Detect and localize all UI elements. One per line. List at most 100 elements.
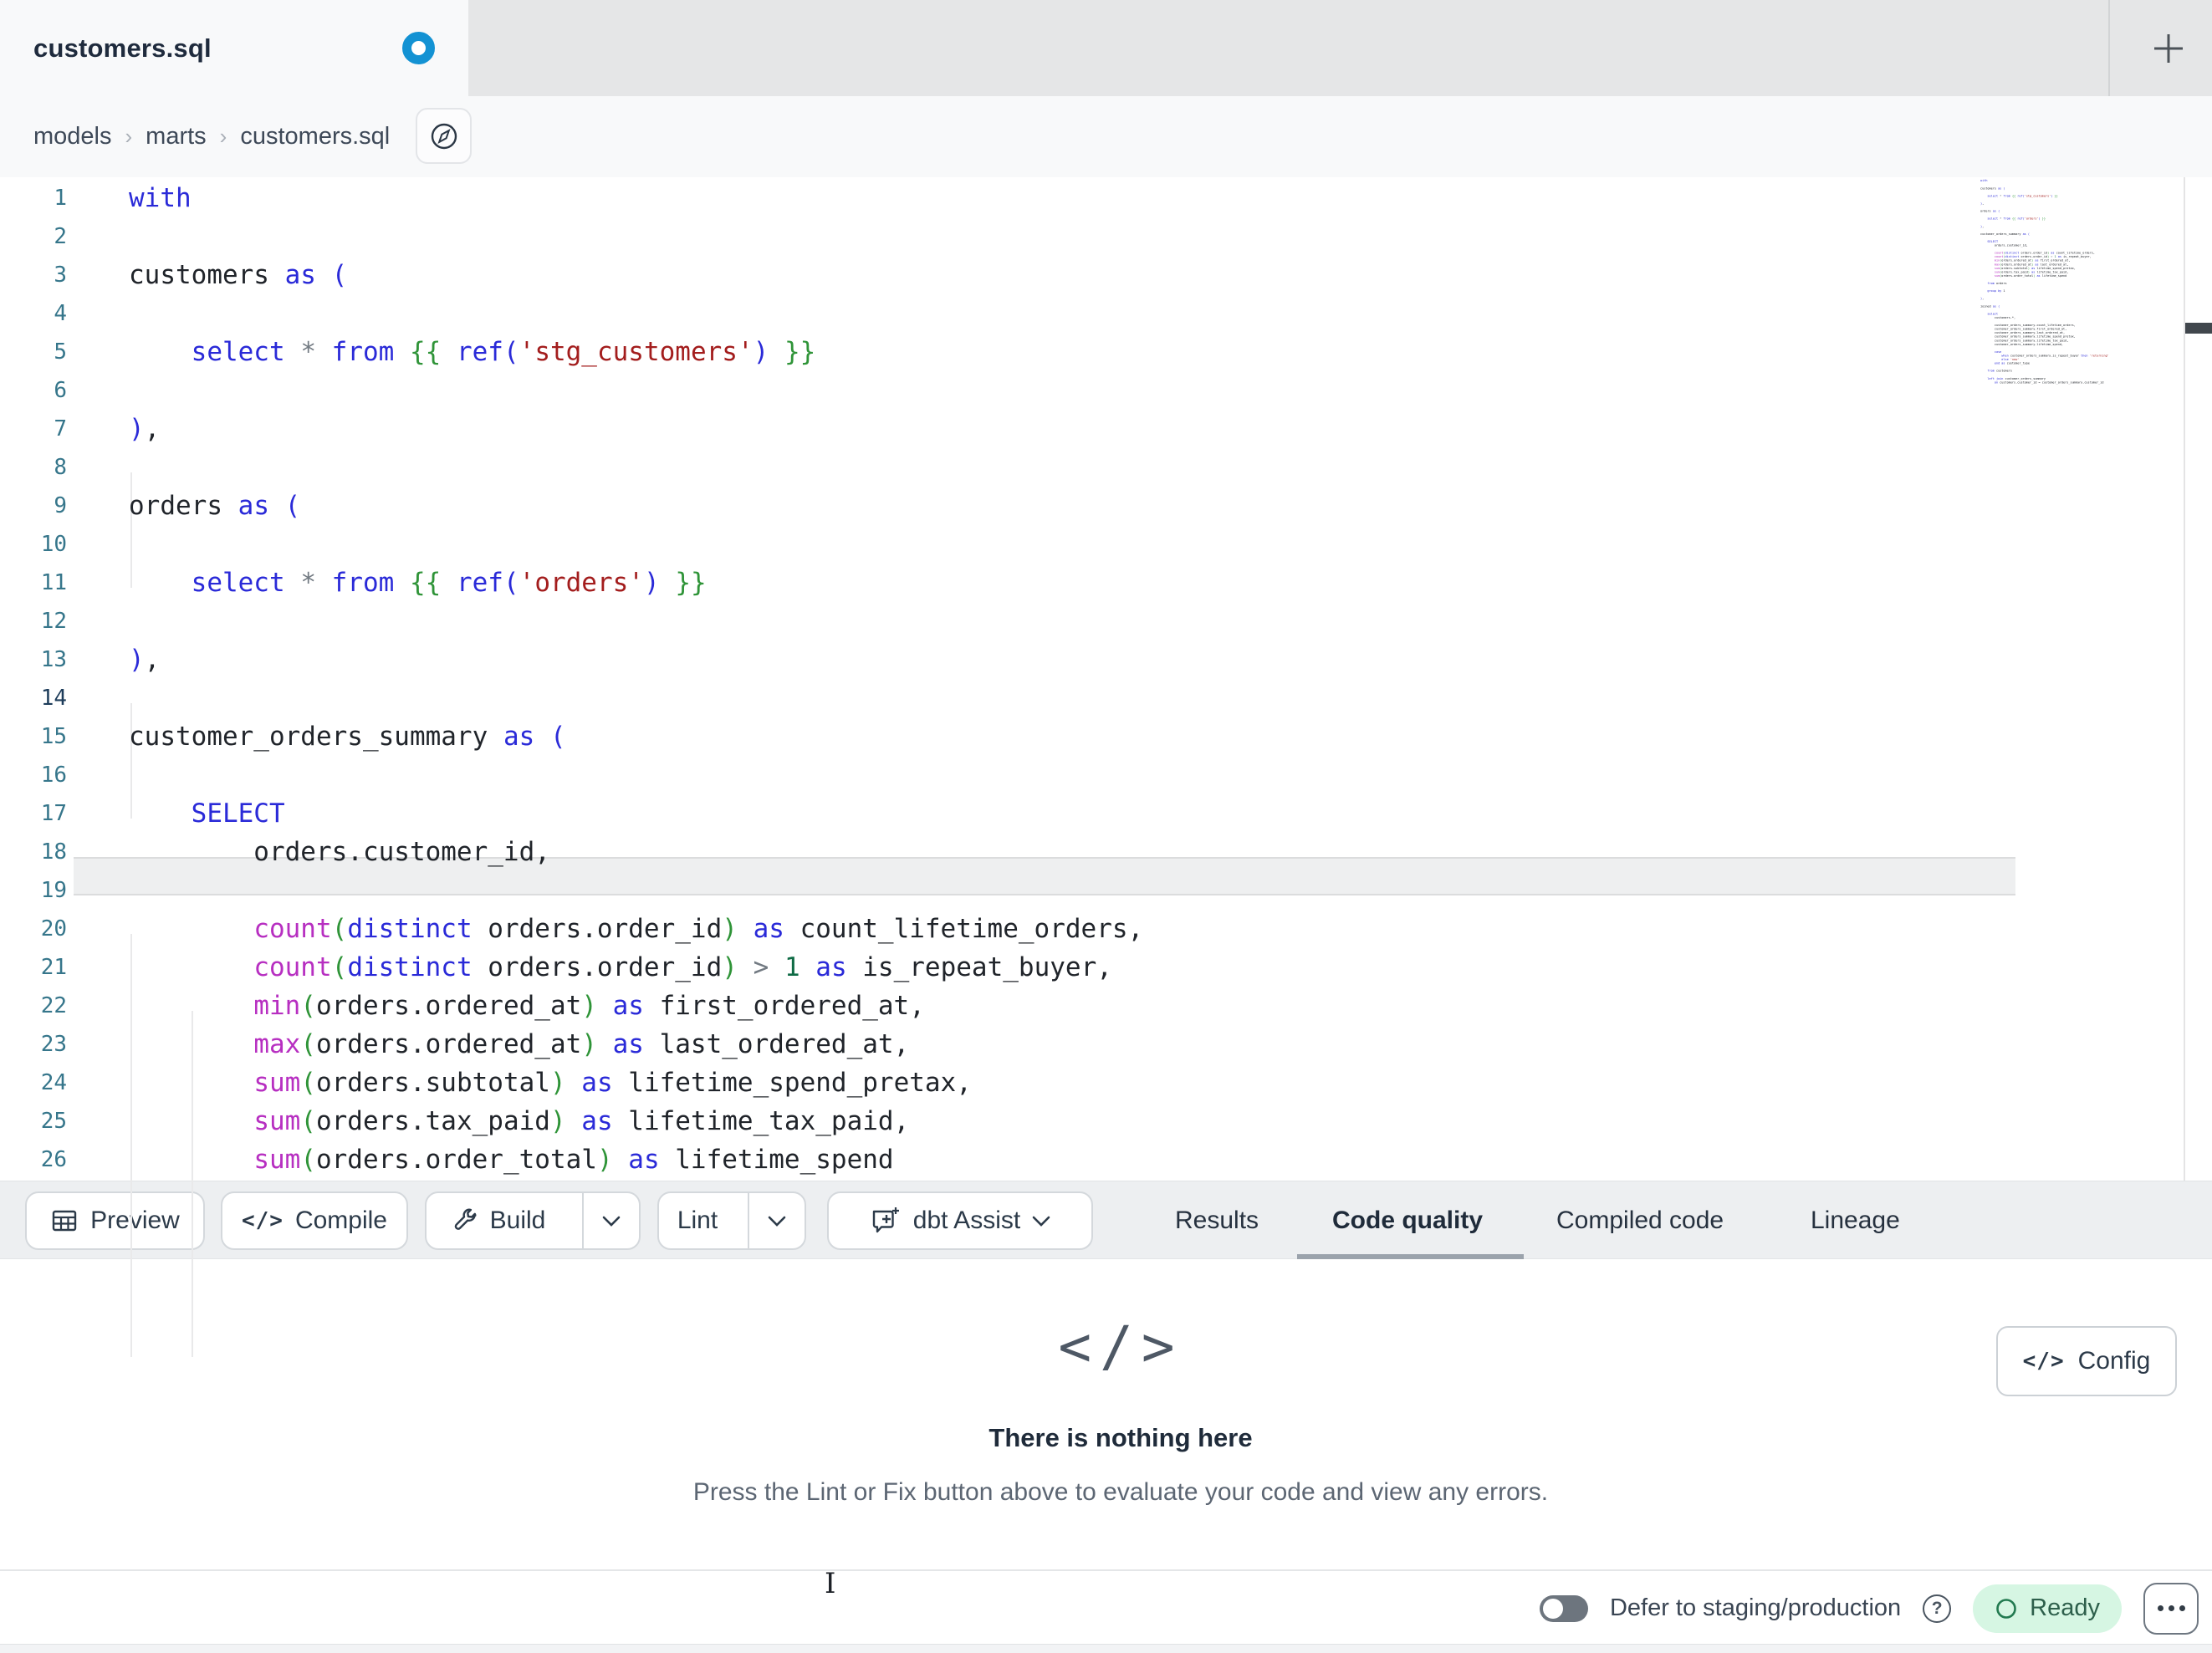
config-button-label: Config — [2077, 1347, 2151, 1375]
ready-status-badge: Ready — [1973, 1584, 2122, 1633]
panel-resize-grip[interactable] — [2185, 323, 2212, 334]
code-line-19[interactable] — [129, 871, 2010, 910]
build-button-label: Build — [489, 1207, 546, 1234]
line-number: 26 — [40, 1147, 67, 1172]
file-tab-customers-sql[interactable]: customers.sql — [0, 0, 468, 96]
compass-icon — [431, 123, 457, 149]
code-line-24[interactable]: sum(orders.subtotal) as lifetime_spend_p… — [129, 1064, 2010, 1102]
code-line-13[interactable]: ), — [129, 640, 2010, 679]
line-number: 18 — [40, 839, 67, 865]
more-options-button[interactable] — [2143, 1582, 2199, 1635]
line-number: 7 — [54, 416, 67, 441]
defer-toggle[interactable] — [1539, 1594, 1588, 1622]
chevron-down-icon — [602, 1216, 621, 1227]
line-number: 9 — [54, 493, 67, 518]
line-number: 16 — [40, 763, 67, 788]
editor-minimap[interactable]: with customers as ( select * from {{ ref… — [1980, 179, 2144, 385]
line-number: 3 — [54, 263, 67, 288]
build-split-button: Build — [425, 1191, 641, 1250]
code-line-6[interactable] — [129, 371, 2010, 410]
build-options-button[interactable] — [582, 1193, 639, 1248]
status-bar: Defer to staging/production ? Ready — [0, 1569, 2212, 1644]
config-button[interactable]: </> Config — [1996, 1326, 2177, 1396]
wrench-icon — [454, 1208, 477, 1230]
preview-button[interactable]: Preview — [25, 1191, 205, 1250]
code-line-16[interactable] — [129, 756, 2010, 794]
code-line-17[interactable]: SELECT — [129, 794, 2010, 833]
defer-label: Defer to staging/production — [1609, 1594, 1902, 1621]
code-line-18[interactable]: orders.customer_id, — [129, 833, 2010, 871]
code-line-10[interactable] — [129, 525, 2010, 564]
plus-icon — [2153, 33, 2183, 63]
empty-state-subtitle: Press the Lint or Fix button above to ev… — [692, 1478, 1549, 1506]
dbt-assist-button-label: dbt Assist — [912, 1207, 1021, 1234]
code-line-4[interactable] — [129, 294, 2010, 333]
code-line-11[interactable]: select * from {{ ref('orders') }} — [129, 564, 2010, 602]
chevron-down-icon — [1032, 1216, 1050, 1227]
line-number: 19 — [40, 878, 67, 903]
window-bottom-edge — [0, 1644, 2212, 1653]
breadcrumb-row: models › marts › customers.sql Save — [0, 96, 2212, 268]
build-button[interactable]: Build — [427, 1193, 570, 1248]
minimap-content: with customers as ( select * from {{ ref… — [1980, 179, 2109, 385]
toggle-knob — [1542, 1598, 1563, 1619]
dbt-assist-button[interactable]: dbt Assist — [827, 1191, 1093, 1250]
code-line-2[interactable] — [129, 217, 2010, 256]
assist-sparkle-chat-icon — [872, 1207, 899, 1233]
chevron-down-icon — [768, 1216, 786, 1227]
new-tab-button[interactable] — [2124, 0, 2212, 96]
line-number: 13 — [40, 647, 67, 672]
empty-state-title: There is nothing here — [989, 1423, 1253, 1452]
line-number-gutter: 1 2 3 4 5 6 7 8 9 10 11 12 13 14 15 16 17 18 19 20 21 22 23 24 2… — [0, 179, 67, 1179]
line-number: 23 — [40, 1032, 67, 1057]
compile-button-label: Compile — [294, 1207, 387, 1234]
code-line-8[interactable] — [129, 448, 2010, 487]
breadcrumb-item-marts[interactable]: marts — [146, 123, 207, 151]
breadcrumb-separator: › — [125, 124, 133, 149]
code-line-14[interactable] — [129, 679, 2010, 717]
lint-options-button[interactable] — [748, 1193, 805, 1248]
line-number: 12 — [40, 609, 67, 634]
code-line-21[interactable]: count(distinct orders.order_id) > 1 as i… — [129, 948, 2010, 987]
panel-tab-code-quality[interactable]: Code quality — [1332, 1181, 1483, 1260]
code-line-12[interactable] — [129, 602, 2010, 640]
code-line-15[interactable]: customer_orders_summary as ( — [129, 717, 2010, 756]
code-line-25[interactable]: sum(orders.tax_paid) as lifetime_tax_pai… — [129, 1102, 2010, 1140]
code-line-1[interactable]: with — [129, 179, 2010, 217]
tab-bar-divider — [2108, 0, 2110, 96]
line-number: 10 — [40, 532, 67, 557]
breadcrumb: models › marts › customers.sql — [33, 96, 390, 177]
line-number: 1 — [54, 186, 67, 211]
lint-button[interactable]: Lint — [659, 1193, 736, 1248]
line-number: 5 — [54, 339, 67, 365]
help-icon[interactable]: ? — [1923, 1594, 1952, 1623]
line-number: 14 — [40, 686, 67, 711]
code-lines[interactable]: with customers as ( select * from {{ ref… — [129, 179, 2010, 1179]
code-line-20[interactable]: count(distinct orders.order_id) as count… — [129, 910, 2010, 948]
code-empty-state-icon: </> — [1058, 1314, 1183, 1379]
unsaved-changes-dot-icon — [402, 32, 435, 64]
breadcrumb-item-models[interactable]: models — [33, 123, 112, 151]
code-line-5[interactable]: select * from {{ ref('stg_customers') }} — [129, 333, 2010, 371]
panel-tab-compiled-code[interactable]: Compiled code — [1556, 1181, 1724, 1260]
panel-tab-results[interactable]: Results — [1175, 1181, 1259, 1260]
code-line-9[interactable]: orders as ( — [129, 487, 2010, 525]
results-panel: </> There is nothing here Press the Lint… — [0, 1259, 2212, 1569]
code-line-22[interactable]: min(orders.ordered_at) as first_ordered_… — [129, 987, 2010, 1025]
lint-button-label: Lint — [677, 1207, 718, 1234]
code-line-26[interactable]: sum(orders.order_total) as lifetime_spen… — [129, 1140, 2010, 1179]
compile-button[interactable]: </> Compile — [221, 1191, 408, 1250]
breadcrumb-item-customers-sql[interactable]: customers.sql — [240, 123, 390, 151]
line-number: 11 — [40, 570, 67, 595]
line-number: 20 — [40, 916, 67, 941]
panel-tab-lineage[interactable]: Lineage — [1811, 1181, 1900, 1260]
explore-lineage-button[interactable] — [416, 108, 472, 164]
code-line-23[interactable]: max(orders.ordered_at) as last_ordered_a… — [129, 1025, 2010, 1064]
file-tab-title: customers.sql — [33, 33, 212, 63]
line-number: 8 — [54, 455, 67, 480]
code-line-7[interactable]: ), — [129, 410, 2010, 448]
dbt-ide-window: customers.sql models › marts › customers… — [0, 0, 2212, 1653]
line-number: 2 — [54, 224, 67, 249]
code-line-3[interactable]: customers as ( — [129, 256, 2010, 294]
code-icon: </> — [2022, 1349, 2065, 1374]
